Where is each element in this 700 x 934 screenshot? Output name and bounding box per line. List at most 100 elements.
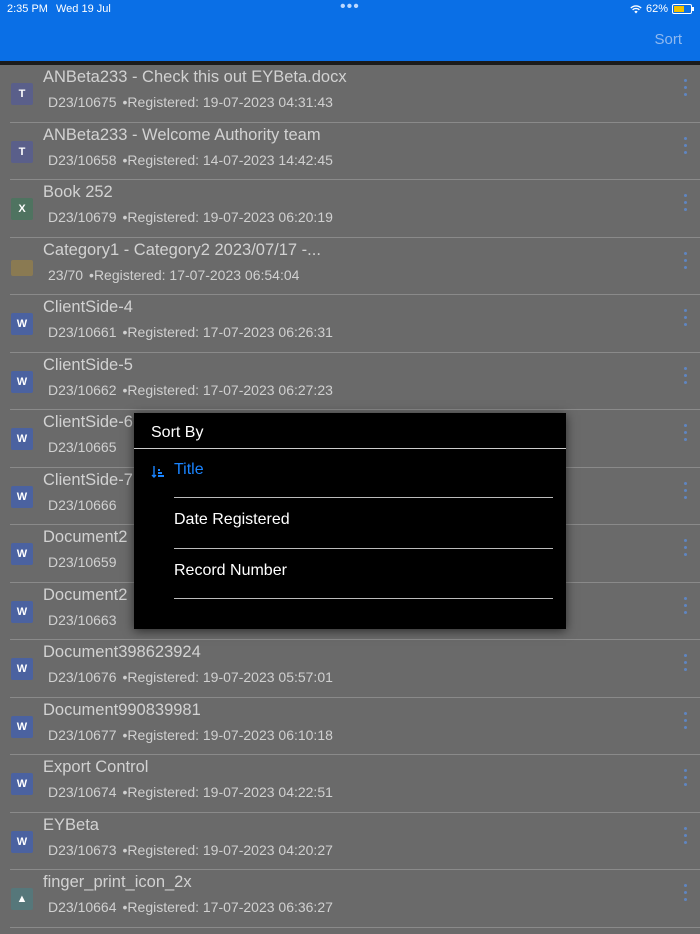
word-file-icon: W (11, 600, 33, 623)
list-item[interactable]: W ClientSide-5 D23/10662 •Registered: 17-07… (0, 353, 700, 410)
record-number: D23/10673 (48, 841, 117, 858)
list-item[interactable]: W Export Control D23/10674 •Registered: 19-… (0, 755, 700, 813)
record-registered: •Registered: 19-07-2023 04:22:51 (122, 784, 333, 800)
image-file-icon: ▲ (11, 888, 33, 910)
record-title: ClientSide-7 (43, 470, 133, 489)
sort-option-record-number[interactable]: Record Number (174, 562, 287, 580)
record-meta: D23/10675 •Registered: 19-07-2023 04:31:4… (48, 94, 336, 110)
record-registered: •Registered: 17-07-2023 06:26:31 (122, 324, 333, 340)
record-meta: D23/10662 •Registered: 17-07-2023 06:27:2… (48, 382, 336, 398)
record-registered: •Registered: 19-07-2023 04:20:27 (122, 841, 333, 858)
record-meta: D23/10661 •Registered: 17-07-2023 06:26:3… (48, 324, 336, 340)
record-number: 23/70 (48, 266, 84, 283)
record-title: Document398623924 (43, 643, 201, 661)
list-item[interactable]: W EYBeta D23/10673 •Registered: 19-07-2023 … (0, 813, 700, 870)
record-meta: D23/10665 (48, 439, 126, 455)
record-title: ClientSide-4 (43, 298, 133, 316)
record-registered: •Registered: 17-07-2023 06:36:27 (122, 899, 333, 915)
word-file-icon: W (11, 715, 33, 738)
record-title: Book 252 (43, 183, 113, 201)
word-file-icon: W (11, 543, 33, 565)
word-file-icon: W (11, 370, 33, 393)
more-options-icon[interactable] (684, 654, 688, 671)
record-number: D23/10659 (48, 554, 117, 570)
app-header: 2:35 PM Wed 19 Jul ••• 62% Sort (0, 0, 700, 61)
folder-icon (11, 259, 33, 276)
record-number: D23/10679 (48, 209, 117, 225)
sort-popup-divider (134, 448, 566, 449)
record-title: Category1 - Category2 2023/07/17 -... (43, 240, 321, 259)
wifi-icon (630, 4, 642, 13)
list-item[interactable]: Category1 - Category2 2023/07/17 -... 23/… (0, 238, 700, 295)
record-meta: D23/10659 (48, 554, 126, 570)
list-item[interactable]: W Document398623924 D23/10676 •Registered: … (0, 640, 700, 698)
more-options-icon[interactable] (684, 884, 688, 901)
record-meta: D23/10663 (48, 612, 126, 628)
more-options-icon[interactable] (684, 826, 688, 844)
sort-ascending-icon (151, 465, 165, 482)
sort-button[interactable]: Sort (654, 31, 682, 48)
more-options-icon[interactable] (684, 194, 688, 211)
more-options-icon[interactable] (684, 309, 688, 326)
word-file-icon: W (11, 485, 33, 508)
list-item[interactable]: T ANBeta233 - Welcome Authority team D23/1… (0, 123, 700, 180)
word-file-icon: W (11, 830, 33, 853)
status-time: 2:35 PM (7, 3, 48, 15)
record-registered: •Registered: 19-07-2023 05:57:01 (122, 669, 333, 685)
record-number: D23/10658 (48, 151, 117, 168)
record-meta: D23/10676 •Registered: 19-07-2023 05:57:0… (48, 669, 336, 685)
battery-icon (672, 4, 694, 14)
record-registered: •Registered: 19-07-2023 06:20:19 (122, 209, 333, 225)
record-meta: D23/10666 (48, 497, 126, 513)
more-options-icon[interactable] (684, 481, 688, 499)
record-meta: D23/10673 •Registered: 19-07-2023 04:20:2… (48, 842, 336, 858)
record-title: EYBeta (43, 815, 99, 834)
more-options-icon[interactable] (684, 711, 688, 729)
sort-option-date-registered[interactable]: Date Registered (174, 511, 290, 529)
record-title: Document2 (43, 585, 128, 604)
sort-by-popup: Sort By Title Date Registered Record Num… (134, 413, 566, 629)
more-options-icon[interactable] (684, 539, 688, 556)
row-divider (10, 926, 700, 928)
list-item[interactable]: X Book 252 D23/10679 •Registered: 19-07-202… (0, 180, 700, 238)
teams-file-icon: T (11, 140, 33, 163)
record-meta: D23/10679 •Registered: 19-07-2023 06:20:1… (48, 209, 336, 225)
record-number: D23/10677 (48, 726, 117, 743)
excel-file-icon: X (11, 198, 33, 220)
more-options-icon[interactable] (684, 596, 688, 614)
record-meta: 23/70 •Registered: 17-07-2023 06:54:04 (48, 267, 302, 283)
record-number: D23/10674 (48, 784, 117, 800)
record-number: D23/10661 (48, 324, 117, 340)
sort-option-divider (174, 548, 553, 549)
record-meta: D23/10674 •Registered: 19-07-2023 04:22:5… (48, 784, 336, 800)
record-registered: •Registered: 19-07-2023 04:31:43 (122, 94, 333, 110)
sort-popup-heading: Sort By (151, 424, 204, 441)
more-options-icon[interactable] (684, 79, 688, 96)
record-number: D23/10675 (48, 94, 117, 110)
record-registered: •Registered: 19-07-2023 06:10:18 (122, 726, 333, 743)
record-meta: D23/10658 •Registered: 14-07-2023 14:42:4… (48, 152, 336, 168)
sort-option-divider (174, 598, 553, 599)
record-title: ANBeta233 - Welcome Authority team (43, 125, 321, 144)
record-title: ClientSide-5 (43, 355, 133, 374)
record-registered: •Registered: 14-07-2023 14:42:45 (122, 151, 333, 168)
record-number: D23/10663 (48, 611, 117, 628)
word-file-icon: W (11, 773, 33, 795)
word-file-icon: W (11, 658, 33, 680)
record-title: Export Control (43, 758, 149, 776)
multitasking-dots[interactable]: ••• (340, 0, 360, 16)
more-options-icon[interactable] (684, 366, 688, 384)
list-item[interactable]: T ANBeta233 - Check this out EYBeta.docx D… (0, 65, 700, 123)
list-item[interactable]: W ClientSide-4 D23/10661 •Registered: 17-07… (0, 295, 700, 353)
status-battery: 62% (630, 3, 694, 15)
list-item[interactable]: W Document990839981 D23/10677 •Registered: … (0, 698, 700, 755)
more-options-icon[interactable] (684, 769, 688, 786)
list-item[interactable]: ▲ finger_print_icon_2x D23/10664 •Registere… (0, 870, 700, 928)
more-options-icon[interactable] (684, 136, 688, 154)
word-file-icon: W (11, 428, 33, 450)
more-options-icon[interactable] (684, 251, 688, 269)
sort-option-title[interactable]: Title (174, 461, 204, 479)
status-date: Wed 19 Jul (56, 3, 111, 15)
more-options-icon[interactable] (684, 424, 688, 441)
sort-option-divider (174, 497, 553, 498)
